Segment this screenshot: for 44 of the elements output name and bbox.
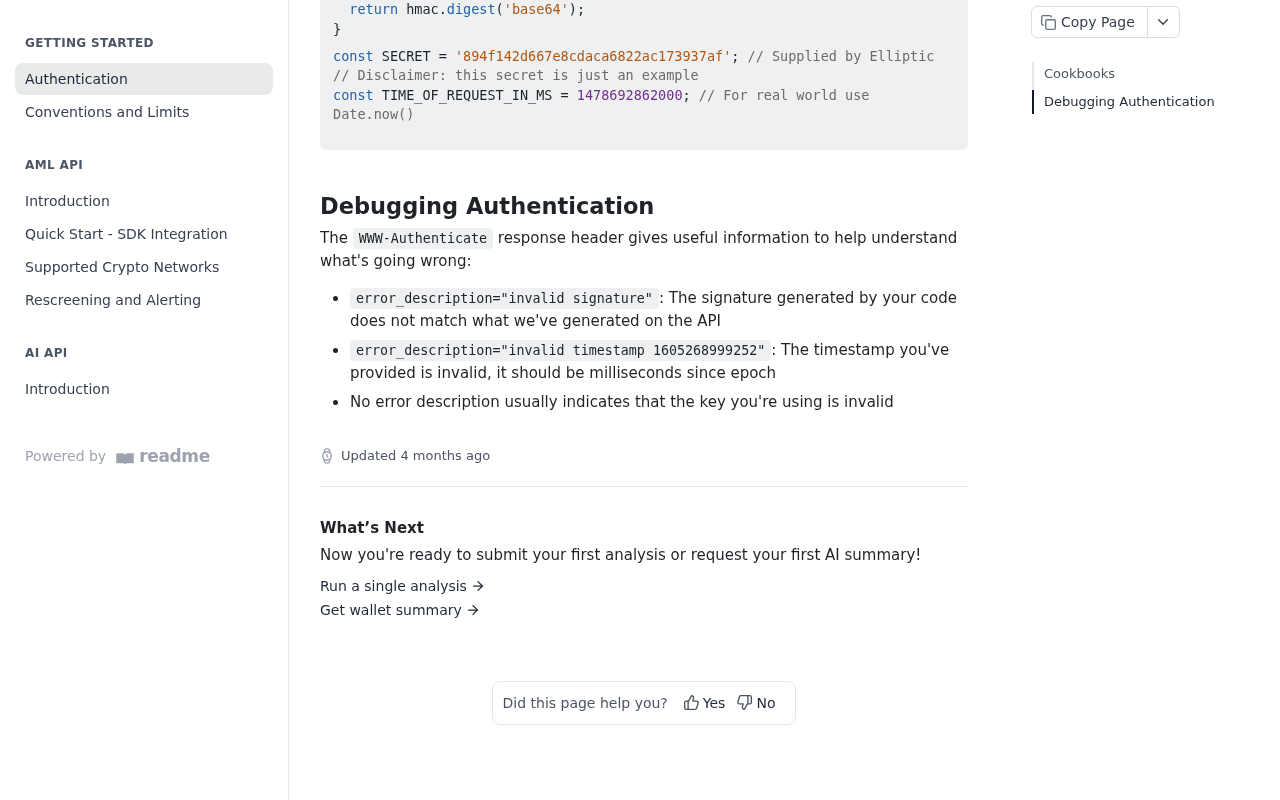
arrow-right-icon: [467, 605, 478, 615]
next-description: Now you're ready to submit your first analysis or request your first AI summary!: [320, 544, 923, 566]
sidebar-link[interactable]: Authentication: [15, 63, 273, 95]
code-line: const SECRET = '894f142d667e8cdaca6822ac173937af'; // Supplied by Elliptic: [333, 46, 936, 66]
copy-icon: [1041, 14, 1056, 30]
book-icon: [116, 450, 135, 465]
thumbs-up-icon: [683, 695, 699, 710]
next-link[interactable]: Get wallet summary: [320, 599, 478, 620]
sidebar-section-title: AI API: [24, 345, 69, 361]
copy-page-button[interactable]: Copy Page: [1031, 6, 1148, 38]
paragraph: The WWW-Authenticate response header gives useful information to help understand what's going wrong:: [320, 227, 959, 272]
sidebar-link[interactable]: Introduction: [15, 373, 273, 405]
no-button[interactable]: No: [731, 689, 782, 716]
sidebar-link[interactable]: Supported Crypto Networks: [15, 251, 273, 283]
feedback-question: Did this page help you?: [502, 693, 668, 713]
sidebar-section-title: GETTING STARTED: [24, 35, 155, 51]
sidebar-link[interactable]: Quick Start - SDK Integration: [15, 218, 273, 250]
list-item: error_description="invalid signature" : The signature generated by your code does not match what we've generated on the API: [350, 287, 958, 332]
code-line: const TIME_OF_REQUEST_IN_MS = 1478692862000; // For real world use Date.now(): [333, 85, 871, 124]
powered-by-text: Powered by: [25, 447, 107, 466]
toc-link[interactable]: Debugging Authentication: [1032, 90, 1231, 114]
chevron-down-icon: [1158, 19, 1169, 25]
code-line: return hmac.digest('base64');: [348, 0, 587, 19]
watch-icon: [322, 447, 332, 464]
sidebar-section-title: AML API: [24, 157, 85, 173]
bullet-icon: [332, 348, 338, 353]
list-item: error_description="invalid timestamp 1605268999252" : The timestamp you've provided is invalid, it should be milliseconds since epoch: [350, 339, 951, 384]
sidebar-link[interactable]: Rescreening and Alerting: [15, 284, 273, 316]
code-line: }: [333, 19, 343, 39]
arrow-right-icon: [472, 581, 483, 591]
dropdown-button[interactable]: [1147, 6, 1180, 38]
updated-text: Updated 4 months ago: [341, 446, 491, 465]
thumbs-down-icon: [737, 695, 753, 710]
bullet-icon: [332, 296, 338, 301]
list-item: No error description usually indicates that the key you're using is invalid: [350, 392, 894, 413]
next-heading: What’s Next: [320, 517, 425, 539]
code-line: // Disclaimer: this secret is just an example: [333, 66, 700, 85]
bullet-icon: [332, 400, 338, 405]
sidebar-link[interactable]: Introduction: [15, 185, 273, 217]
section-heading: Debugging Authentication: [320, 191, 656, 221]
next-link[interactable]: Run a single analysis: [320, 575, 483, 596]
sidebar-link[interactable]: Conventions and Limits: [15, 96, 273, 128]
yes-button[interactable]: Yes: [677, 689, 732, 716]
toc-link[interactable]: Cookbooks: [1032, 62, 1231, 86]
